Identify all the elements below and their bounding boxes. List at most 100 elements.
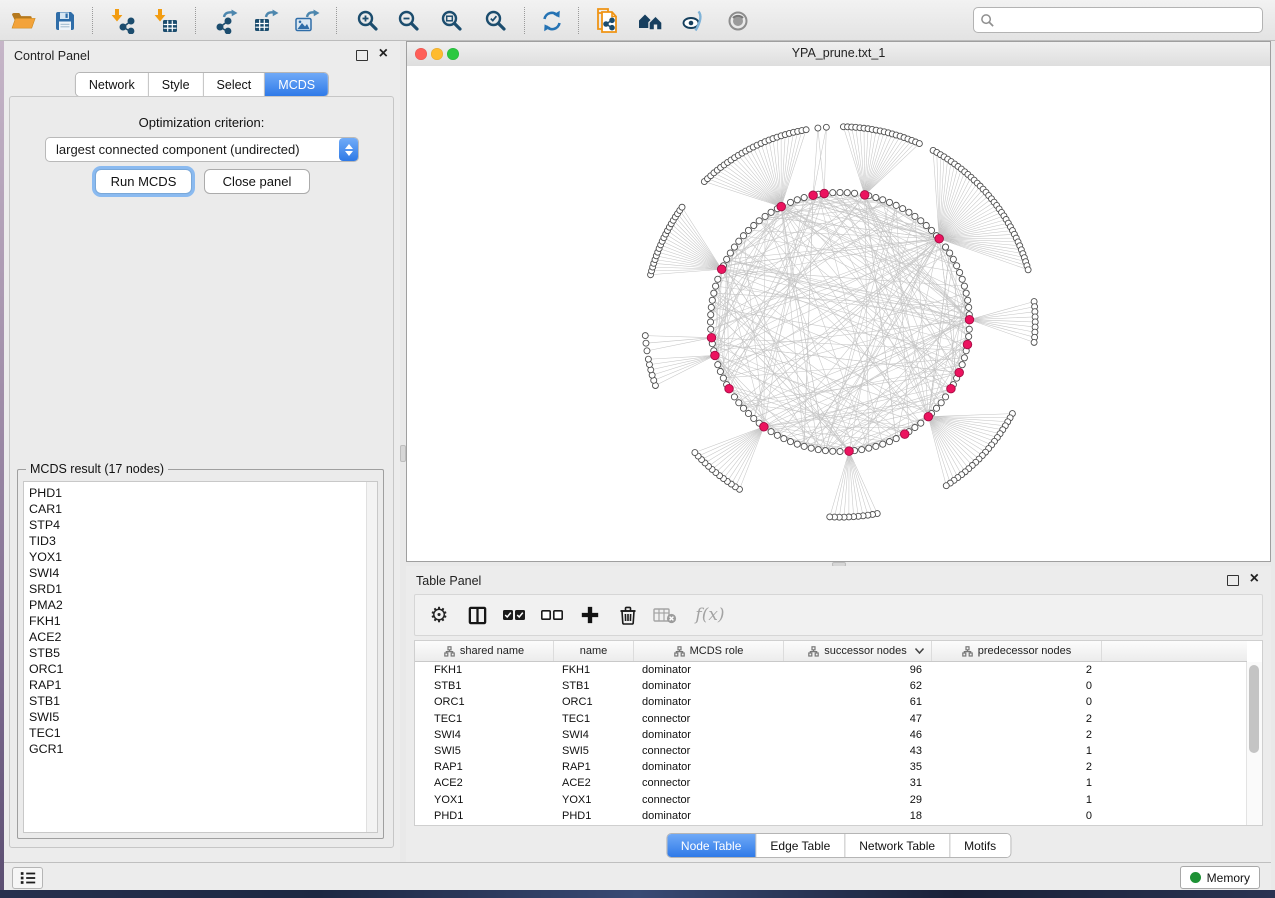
criterion-dropdown[interactable]: largest connected component (undirected)	[45, 137, 359, 162]
close-panel-icon[interactable]: ×	[379, 44, 388, 64]
table-row[interactable]: RAP1RAP1dominator352	[415, 759, 1247, 775]
cell-predecessor_nodes[interactable]: 0	[932, 696, 1102, 708]
first-neighbors-button[interactable]	[635, 5, 667, 36]
cell-name[interactable]: SWI4	[554, 729, 634, 741]
close-panel-button[interactable]: Close panel	[204, 169, 310, 194]
table-row[interactable]: ACE2ACE2connector311	[415, 775, 1247, 791]
mcds-result-item[interactable]: STB1	[29, 693, 377, 709]
mcds-result-item[interactable]: SWI4	[29, 565, 377, 581]
cell-shared_name[interactable]: TEC1	[415, 713, 554, 725]
cell-mcds_role[interactable]: connector	[634, 713, 784, 725]
table-row[interactable]: PHD1PHD1dominator180	[415, 808, 1247, 824]
zoom-out-button[interactable]	[392, 5, 424, 36]
run-mcds-button[interactable]: Run MCDS	[95, 169, 192, 194]
table-scrollbar[interactable]	[1246, 662, 1262, 825]
cell-successor_nodes[interactable]: 18	[784, 810, 932, 822]
cell-shared_name[interactable]: FKH1	[415, 664, 554, 676]
mcds-result-item[interactable]: STP4	[29, 517, 377, 533]
cell-mcds_role[interactable]: connector	[634, 745, 784, 757]
open-file-button[interactable]	[7, 5, 39, 36]
cell-predecessor_nodes[interactable]: 2	[932, 761, 1102, 773]
cell-predecessor_nodes[interactable]: 2	[932, 664, 1102, 676]
deselect-all-button[interactable]	[537, 595, 567, 635]
table-row[interactable]: ORC1ORC1dominator610	[415, 694, 1247, 710]
cell-mcds_role[interactable]: dominator	[634, 680, 784, 692]
cell-successor_nodes[interactable]: 31	[784, 777, 932, 789]
cell-successor_nodes[interactable]: 62	[784, 680, 932, 692]
cell-name[interactable]: FKH1	[554, 664, 634, 676]
create-column-button[interactable]	[575, 595, 605, 635]
cell-shared_name[interactable]: ORC1	[415, 696, 554, 708]
mcds-result-item[interactable]: PMA2	[29, 597, 377, 613]
cell-name[interactable]: PHD1	[554, 810, 634, 822]
cell-predecessor_nodes[interactable]: 0	[932, 810, 1102, 822]
mcds-result-item[interactable]: TEC1	[29, 725, 377, 741]
cell-shared_name[interactable]: RAP1	[415, 761, 554, 773]
tab-network[interactable]: Network	[76, 73, 149, 96]
import-table-button[interactable]	[150, 5, 182, 36]
import-network-button[interactable]	[107, 5, 139, 36]
cell-mcds_role[interactable]: connector	[634, 794, 784, 806]
mcds-result-listbox[interactable]: PHD1CAR1STP4TID3YOX1SWI4SRD1PMA2FKH1ACE2…	[23, 481, 378, 833]
mcds-result-item[interactable]: RAP1	[29, 677, 377, 693]
hide-selected-button[interactable]	[678, 5, 710, 36]
cell-successor_nodes[interactable]: 96	[784, 664, 932, 676]
mcds-list-scrollbar[interactable]	[366, 482, 377, 832]
tab-style[interactable]: Style	[149, 73, 204, 96]
cell-name[interactable]: YOX1	[554, 794, 634, 806]
cell-successor_nodes[interactable]: 43	[784, 745, 932, 757]
network-search-box[interactable]	[973, 7, 1263, 33]
cell-name[interactable]: RAP1	[554, 761, 634, 773]
mcds-result-item[interactable]: PHD1	[29, 485, 377, 501]
column-header-mcds_role[interactable]: MCDS role	[634, 641, 784, 661]
cell-mcds_role[interactable]: connector	[634, 777, 784, 789]
zoom-selected-button[interactable]	[479, 5, 511, 36]
cell-mcds_role[interactable]: dominator	[634, 761, 784, 773]
column-header-name[interactable]: name	[554, 641, 634, 661]
export-image-button[interactable]	[291, 5, 323, 36]
tab-select[interactable]: Select	[204, 73, 266, 96]
tab-motifs[interactable]: Motifs	[950, 834, 1010, 857]
refresh-button[interactable]	[536, 5, 568, 36]
search-input[interactable]	[995, 9, 1262, 31]
cell-predecessor_nodes[interactable]: 2	[932, 729, 1102, 741]
mcds-result-item[interactable]: ACE2	[29, 629, 377, 645]
cell-mcds_role[interactable]: dominator	[634, 664, 784, 676]
cell-mcds_role[interactable]: dominator	[634, 729, 784, 741]
export-network-button[interactable]	[210, 5, 242, 36]
new-network-from-selection-button[interactable]	[592, 5, 624, 36]
show-all-button[interactable]	[722, 5, 754, 36]
cell-predecessor_nodes[interactable]: 1	[932, 794, 1102, 806]
cell-shared_name[interactable]: SWI4	[415, 729, 554, 741]
cell-name[interactable]: SWI5	[554, 745, 634, 757]
cell-shared_name[interactable]: PHD1	[415, 810, 554, 822]
table-row[interactable]: STB1STB1dominator620	[415, 678, 1247, 694]
tab-network-table[interactable]: Network Table	[845, 834, 950, 857]
zoom-in-button[interactable]	[351, 5, 383, 36]
cell-name[interactable]: ORC1	[554, 696, 634, 708]
cell-shared_name[interactable]: ACE2	[415, 777, 554, 789]
float-panel-icon[interactable]	[1227, 575, 1239, 586]
mcds-result-item[interactable]: ORC1	[29, 661, 377, 677]
show-columns-button[interactable]	[462, 595, 492, 635]
mcds-result-item[interactable]: CAR1	[29, 501, 377, 517]
float-panel-icon[interactable]	[356, 50, 368, 61]
cell-mcds_role[interactable]: dominator	[634, 810, 784, 822]
cell-shared_name[interactable]: SWI5	[415, 745, 554, 757]
export-table-button[interactable]	[250, 5, 282, 36]
cell-predecessor_nodes[interactable]: 1	[932, 745, 1102, 757]
zoom-fit-button[interactable]	[435, 5, 467, 36]
close-panel-icon[interactable]: ×	[1250, 569, 1259, 589]
tab-edge-table[interactable]: Edge Table	[756, 834, 845, 857]
network-graph[interactable]	[407, 66, 1270, 561]
cell-name[interactable]: ACE2	[554, 777, 634, 789]
select-all-button[interactable]	[499, 595, 529, 635]
mcds-result-item[interactable]: FKH1	[29, 613, 377, 629]
mcds-result-item[interactable]: SRD1	[29, 581, 377, 597]
cell-mcds_role[interactable]: dominator	[634, 696, 784, 708]
table-scrollbar-thumb[interactable]	[1249, 665, 1259, 753]
tab-node-table[interactable]: Node Table	[667, 834, 757, 857]
save-session-button[interactable]	[49, 5, 81, 36]
table-settings-button[interactable]: ⚙	[424, 595, 454, 635]
network-window-titlebar[interactable]: YPA_prune.txt_1	[407, 42, 1270, 67]
